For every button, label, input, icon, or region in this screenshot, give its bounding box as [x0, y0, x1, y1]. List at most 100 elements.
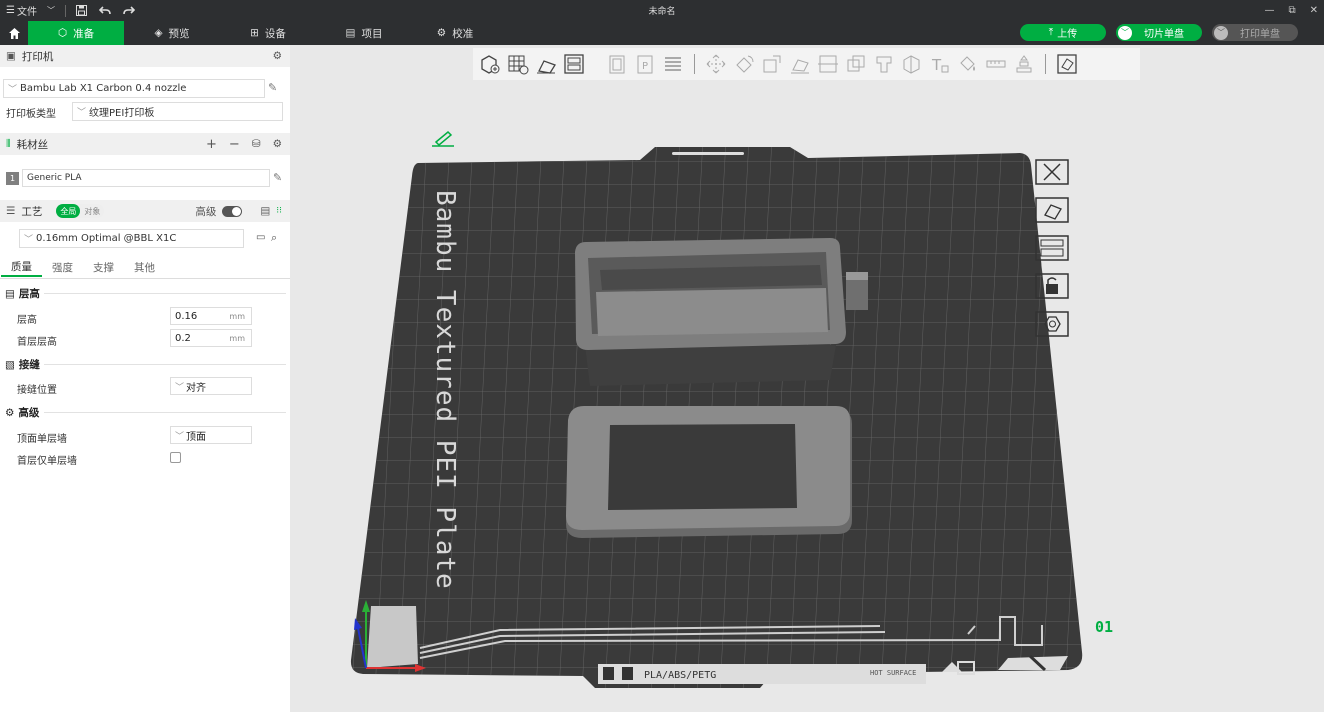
file-menu[interactable]: ☰ 文件 ﹀ [0, 0, 61, 21]
layer-height-unit: mm [229, 311, 245, 321]
layer-height-icon: ▤ [5, 287, 15, 300]
close-icon[interactable]: ✕ [1310, 5, 1318, 16]
boolean-icon[interactable] [843, 51, 869, 77]
tab-project[interactable]: ▤ 项目 [316, 21, 412, 45]
measure-icon[interactable] [983, 51, 1009, 77]
scope-global[interactable]: 全局 [56, 204, 81, 218]
color-paint-icon[interactable] [955, 51, 981, 77]
chevron-down-icon: ﹀ [77, 108, 87, 118]
lock-icon[interactable] [1034, 271, 1070, 300]
variable-layer-icon[interactable] [660, 51, 686, 77]
tab-prepare[interactable]: ⬡ 准备 [28, 21, 124, 45]
chevron-down-icon[interactable]: ﹀ [1118, 25, 1132, 40]
tab-support-label: 支撑 [93, 261, 114, 274]
tab-preview[interactable]: ◈ 预览 [124, 21, 220, 45]
filament-sync-icon[interactable]: ⛁ [252, 138, 261, 150]
process-tree-icon[interactable]: ⁝⁝ [276, 206, 282, 216]
title-bar: ☰ 文件 ﹀ 未命名 — ⧉ ✕ [0, 0, 1324, 21]
upload-button[interactable]: ⤒ 上传 [1020, 24, 1106, 41]
object-toolbar: P T [473, 48, 1140, 80]
tab-strength[interactable]: 强度 [42, 257, 83, 277]
plate-number[interactable]: 01 [1095, 618, 1113, 636]
home-icon[interactable] [0, 21, 28, 45]
scope-object[interactable]: 对象 [80, 206, 104, 217]
plate-settings-icon[interactable] [1034, 309, 1070, 338]
save-preset-icon[interactable]: ▭ [256, 232, 265, 243]
first-layer-height-label: 首层层高 [17, 337, 57, 348]
scope-switch[interactable]: 全局 对象 [56, 204, 105, 218]
settings-icon[interactable]: ⚙ [273, 138, 282, 150]
auto-orient-icon[interactable] [533, 51, 559, 77]
tab-support[interactable]: 支撑 [83, 257, 124, 277]
add-plate-icon[interactable] [505, 51, 531, 77]
print-label: 打印单盘 [1240, 29, 1280, 40]
tab-prepare-label: 准备 [73, 27, 95, 40]
rotate-icon[interactable] [731, 51, 757, 77]
split-object-icon[interactable] [604, 51, 630, 77]
tab-others[interactable]: 其他 [124, 257, 165, 277]
support-paint-icon[interactable] [871, 51, 897, 77]
main-nav: ⬡ 准备 ◈ 预览 ⊞ 设备 ▤ 项目 ⚙ 校准 ⤒ 上传 ﹀ 切片单盘 ﹀ 打… [0, 21, 1324, 45]
build-plate-scene[interactable]: Bambu Textured PEI Plate PLA/ABS/PETG HO… [290, 45, 1324, 712]
move-icon[interactable] [703, 51, 729, 77]
model-frame[interactable] [566, 406, 852, 538]
edit-icon[interactable]: ✎ [273, 171, 282, 184]
tab-quality[interactable]: 质量 [1, 257, 42, 277]
filament-slot-badge[interactable]: 1 [6, 172, 19, 185]
model-box[interactable] [575, 238, 868, 386]
arrange-icon[interactable] [561, 51, 587, 77]
process-preset-value: 0.16mm Optimal @BBL X1C [36, 233, 177, 244]
scale-icon[interactable] [759, 51, 785, 77]
text-icon[interactable]: T [927, 51, 953, 77]
file-menu-label: 文件 [16, 7, 37, 18]
filament-select[interactable]: Generic PLA [22, 169, 270, 187]
chevron-down-icon[interactable]: ﹀ [1214, 25, 1228, 40]
plate-type-select[interactable]: ﹀ 纹理PEI打印板 [72, 102, 283, 121]
add-filament-icon[interactable]: + [206, 137, 217, 152]
redo-icon[interactable] [117, 0, 141, 21]
cut-icon[interactable] [815, 51, 841, 77]
split-parts-icon[interactable]: P [632, 51, 658, 77]
plate-type-label: 打印板类型 [6, 109, 56, 120]
tab-device[interactable]: ⊞ 设备 [220, 21, 316, 45]
edit-plate-icon[interactable] [432, 130, 454, 147]
assembly-icon[interactable] [1011, 51, 1037, 77]
printer-preset-select[interactable]: ﹀ Bambu Lab X1 Carbon 0.4 nozzle [3, 79, 265, 98]
cube-icon: ⬡ [57, 27, 68, 39]
undo-icon[interactable] [93, 0, 117, 21]
process-icon: ☰ [6, 205, 16, 217]
first-layer-one-wall-checkbox[interactable] [170, 452, 181, 463]
auto-arrange-icon[interactable] [1034, 195, 1070, 224]
print-button[interactable]: ﹀ 打印单盘 [1212, 24, 1298, 41]
settings-icon[interactable]: ⚙ [273, 50, 282, 62]
seam-position-select[interactable]: ﹀ 对齐 [170, 377, 252, 395]
search-icon[interactable]: ⌕ [271, 231, 277, 245]
advanced-toggle[interactable] [222, 205, 243, 217]
top-one-wall-select[interactable]: ﹀ 顶面 [170, 426, 252, 444]
seam-paint-icon[interactable] [899, 51, 925, 77]
first-layer-height-input[interactable]: 0.2 mm [170, 329, 252, 347]
lay-on-face-icon[interactable] [787, 51, 813, 77]
add-object-icon[interactable] [477, 51, 503, 77]
printer-section-header: ▣ 打印机 ⚙ [0, 45, 290, 67]
edit-icon[interactable]: ✎ [268, 81, 277, 94]
3d-viewport[interactable]: Bambu Textured PEI Plate PLA/ABS/PETG HO… [290, 45, 1324, 712]
delete-plate-icon[interactable] [1034, 157, 1070, 186]
filament-icon: ⦀ [6, 137, 11, 150]
layer-height-label: 层高 [17, 315, 37, 326]
remove-filament-icon[interactable]: − [229, 137, 240, 152]
layer-height-input[interactable]: 0.16 mm [170, 307, 252, 325]
first-layer-height-unit: mm [229, 333, 245, 343]
layer-height-group-title: ▤ 层高 [5, 286, 40, 301]
restore-icon[interactable]: ⧉ [1288, 5, 1295, 16]
save-icon[interactable] [70, 0, 93, 21]
process-preset-select[interactable]: ﹀ 0.16mm Optimal @BBL X1C [19, 229, 244, 248]
minimize-icon[interactable]: — [1264, 5, 1274, 16]
compare-icon[interactable]: ▤ [260, 205, 270, 217]
chevron-down-icon: ﹀ [175, 431, 185, 442]
orient-icon[interactable] [1034, 233, 1070, 262]
tab-calibration[interactable]: ⚙ 校准 [412, 21, 498, 45]
assembly-view-icon[interactable] [1054, 51, 1080, 77]
slice-button[interactable]: ﹀ 切片单盘 [1116, 24, 1202, 41]
svg-text:P: P [642, 61, 648, 72]
